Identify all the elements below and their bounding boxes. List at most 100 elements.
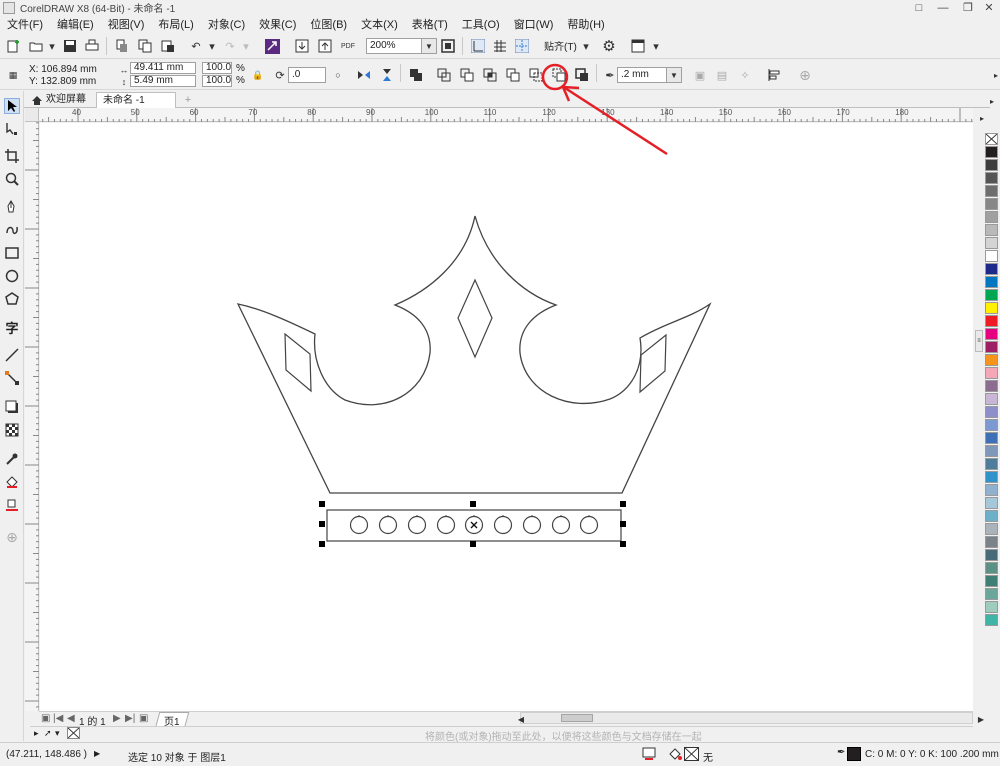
launcher-dropdown-icon[interactable]: ▾ [648, 38, 664, 54]
menu-table[interactable]: 表格(T) [405, 16, 455, 32]
next-page-icon[interactable]: ▶ [113, 713, 121, 724]
color-swatch[interactable] [985, 237, 998, 249]
menu-window[interactable]: 窗口(W) [507, 16, 561, 32]
add-page-icon[interactable]: ▣ [139, 713, 148, 724]
scale-x-field[interactable]: 100.0 [202, 62, 232, 74]
height-field[interactable]: 5.49 mm [130, 75, 196, 87]
color-swatch[interactable] [985, 484, 998, 496]
parallel-dimension-tool-icon[interactable] [4, 347, 20, 363]
color-swatch[interactable] [985, 419, 998, 431]
text-tool-icon[interactable]: 字 [4, 319, 20, 336]
rectangle-tool-icon[interactable] [4, 245, 20, 261]
menu-view[interactable]: 视图(V) [101, 16, 152, 32]
show-rulers-icon[interactable] [470, 38, 486, 54]
undo-dropdown-icon[interactable]: ▾ [204, 38, 220, 54]
tab-untitled-document[interactable]: 未命名 -1 [96, 92, 176, 108]
color-swatch[interactable] [985, 458, 998, 470]
horizontal-ruler[interactable]: 40 50 60 70 80 90 100 110 120 130 140 150 160 170 180 [39, 108, 973, 122]
docker-arrow-icon[interactable]: ▸ [990, 97, 1000, 106]
horizontal-scrollbar[interactable] [520, 712, 973, 724]
close-button[interactable]: ✕ [976, 0, 1000, 15]
color-swatch[interactable] [985, 185, 998, 197]
menu-effects[interactable]: 效果(C) [252, 16, 303, 32]
simplify-icon[interactable] [505, 67, 521, 83]
drawing-canvas[interactable] [40, 123, 973, 711]
copy-icon[interactable] [137, 38, 153, 54]
palette-scroll-thumb[interactable]: ≡ [975, 330, 983, 352]
pick-tool-icon[interactable] [4, 98, 20, 114]
ruler-origin-corner[interactable] [25, 108, 39, 122]
color-swatch[interactable] [985, 588, 998, 600]
palette-menu-icon[interactable]: ▸ [34, 728, 39, 739]
color-swatch[interactable] [985, 211, 998, 223]
menu-file[interactable]: 文件(F) [0, 16, 50, 32]
trim-icon[interactable] [459, 67, 475, 83]
color-swatch[interactable] [985, 276, 998, 288]
crop-tool-icon[interactable] [4, 148, 20, 164]
palette-dropdown-icon[interactable]: ▾ [55, 728, 60, 739]
new-tab-plus-icon[interactable]: + [180, 92, 196, 108]
open-folder-icon[interactable] [28, 38, 44, 54]
color-swatch[interactable] [985, 471, 998, 483]
color-swatch[interactable] [985, 146, 998, 158]
color-swatch[interactable] [985, 523, 998, 535]
mirror-vertical-icon[interactable] [379, 67, 395, 83]
menu-text[interactable]: 文本(X) [354, 16, 405, 32]
menu-object[interactable]: 对象(C) [201, 16, 252, 32]
ellipse-tool-icon[interactable] [4, 268, 20, 284]
color-swatch[interactable] [985, 562, 998, 574]
menu-tools[interactable]: 工具(O) [455, 16, 507, 32]
color-swatch[interactable] [985, 289, 998, 301]
shape-tool-icon[interactable] [4, 121, 20, 137]
lock-ratio-icon[interactable]: 🔒 [250, 67, 266, 83]
color-swatch[interactable] [985, 224, 998, 236]
application-launcher-icon[interactable] [630, 38, 646, 54]
export-icon[interactable] [317, 38, 333, 54]
menu-bitmaps[interactable]: 位图(B) [303, 16, 354, 32]
snap-to-label[interactable]: 贴齐(T) [544, 42, 577, 54]
add-tool-icon[interactable]: ⊕ [4, 529, 20, 545]
connector-tool-icon[interactable] [4, 370, 20, 386]
zoom-level-input[interactable]: 200% [366, 38, 422, 54]
color-swatch[interactable] [985, 497, 998, 509]
drop-shadow-tool-icon[interactable] [4, 399, 20, 415]
scroll-left-icon[interactable]: ◀ [513, 711, 529, 727]
color-swatch[interactable] [985, 172, 998, 184]
rotation-angle-field[interactable]: .0 [288, 67, 326, 83]
ruler-scroll-right-icon[interactable]: ▸ [974, 110, 990, 126]
no-color-swatch[interactable] [985, 133, 998, 145]
property-bar-scroll-icon[interactable]: ▸ [988, 67, 1000, 83]
scroll-right-icon[interactable]: ▶ [973, 711, 989, 727]
color-swatch[interactable] [985, 536, 998, 548]
docker-collapse[interactable]: ▸ [990, 91, 1000, 131]
align-distribute-icon[interactable] [766, 67, 782, 83]
color-swatch[interactable] [985, 549, 998, 561]
go-first-page-icon[interactable]: |◀ [53, 713, 63, 724]
import-icon[interactable] [294, 38, 310, 54]
status-expand-icon[interactable]: ▶ [94, 749, 100, 758]
show-guidelines-icon[interactable] [514, 38, 530, 54]
print-icon[interactable] [84, 38, 100, 54]
quick-trace-icon[interactable]: ▣ [692, 67, 708, 83]
smart-fill-tool-icon[interactable] [4, 497, 20, 513]
cut-icon[interactable] [114, 38, 130, 54]
user-icon[interactable]: □ [906, 0, 932, 15]
color-swatch[interactable] [985, 393, 998, 405]
fill-bucket-icon[interactable] [668, 747, 682, 764]
options-gear-icon[interactable]: ⚙ [601, 38, 617, 55]
palette-none-swatch[interactable] [67, 727, 80, 739]
mirror-horizontal-icon[interactable] [356, 67, 372, 83]
eyedropper-tool-icon[interactable] [4, 451, 20, 467]
new-document-icon[interactable] [5, 38, 21, 54]
color-swatch[interactable] [985, 601, 998, 613]
outline-pen-status-icon[interactable]: ✒ [837, 747, 845, 758]
scale-y-field[interactable]: 100.0 [202, 75, 232, 87]
weld-icon[interactable] [436, 67, 452, 83]
color-swatch[interactable] [985, 575, 998, 587]
color-swatch[interactable] [985, 250, 998, 262]
transparency-tool-icon[interactable] [4, 422, 20, 438]
interactive-fill-tool-icon[interactable] [4, 474, 20, 490]
color-swatch[interactable] [985, 341, 998, 353]
snap-dropdown-icon[interactable]: ▾ [578, 38, 594, 54]
zoom-tool-icon[interactable] [4, 171, 20, 187]
